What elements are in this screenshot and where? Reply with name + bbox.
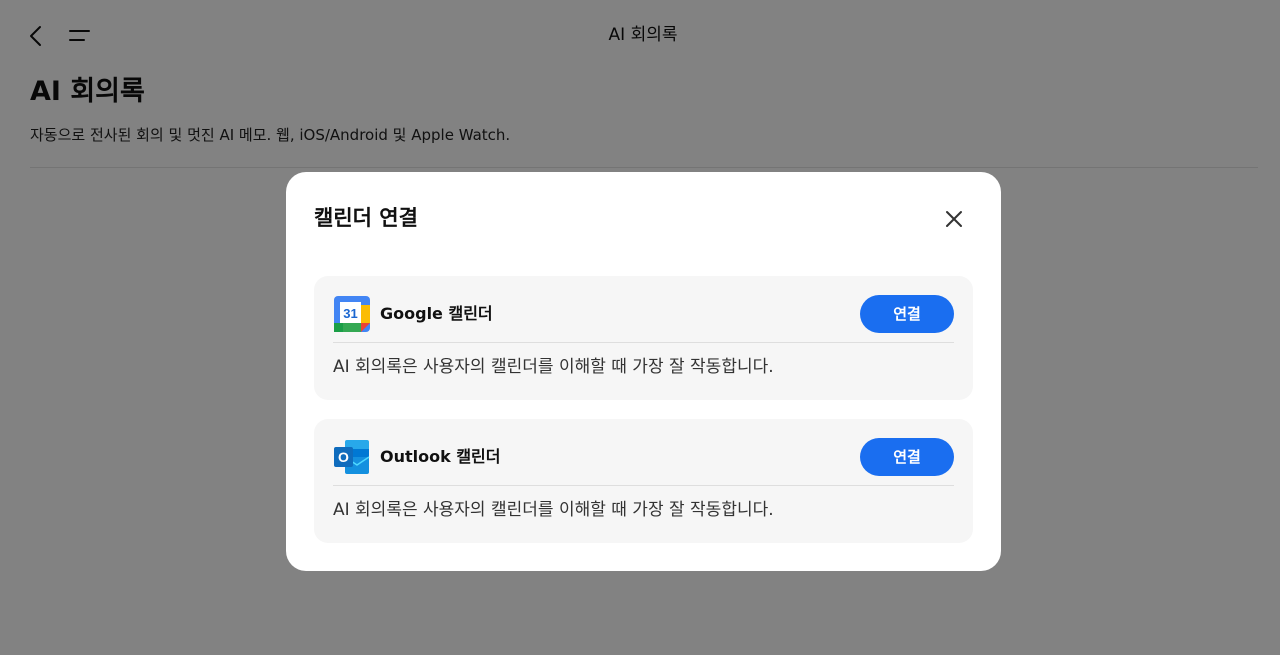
card-divider	[333, 485, 954, 486]
outlook-icon-text: O	[338, 449, 349, 465]
close-icon	[946, 211, 962, 227]
google-calendar-icon: 31	[333, 295, 371, 333]
google-connect-button[interactable]: 연결	[860, 295, 954, 333]
google-calendar-description: AI 회의록은 사용자의 캘린더를 이해할 때 가장 잘 작동합니다.	[333, 357, 774, 377]
google-calendar-icon-text: 31	[343, 306, 357, 321]
outlook-connect-button[interactable]: 연결	[860, 438, 954, 476]
card-divider	[333, 342, 954, 343]
google-calendar-card: 31 Google 캘린더 연결 AI 회의록은 사용자의 캘린더를 이해할 때…	[314, 276, 973, 400]
outlook-calendar-name: Outlook 캘린더	[380, 447, 501, 466]
outlook-calendar-card: O Outlook 캘린더 연결 AI 회의록은 사용자의 캘린더를 이해할 때…	[314, 419, 973, 543]
close-button[interactable]	[940, 205, 968, 233]
outlook-icon: O	[333, 438, 371, 476]
connect-calendar-modal: 캘린더 연결 31 Google 캘린더 연결 AI 회의록은 사용자의 캘린더…	[286, 172, 1001, 571]
google-calendar-name: Google 캘린더	[380, 304, 493, 323]
outlook-calendar-description: AI 회의록은 사용자의 캘린더를 이해할 때 가장 잘 작동합니다.	[333, 500, 774, 520]
modal-title: 캘린더 연결	[314, 206, 418, 230]
